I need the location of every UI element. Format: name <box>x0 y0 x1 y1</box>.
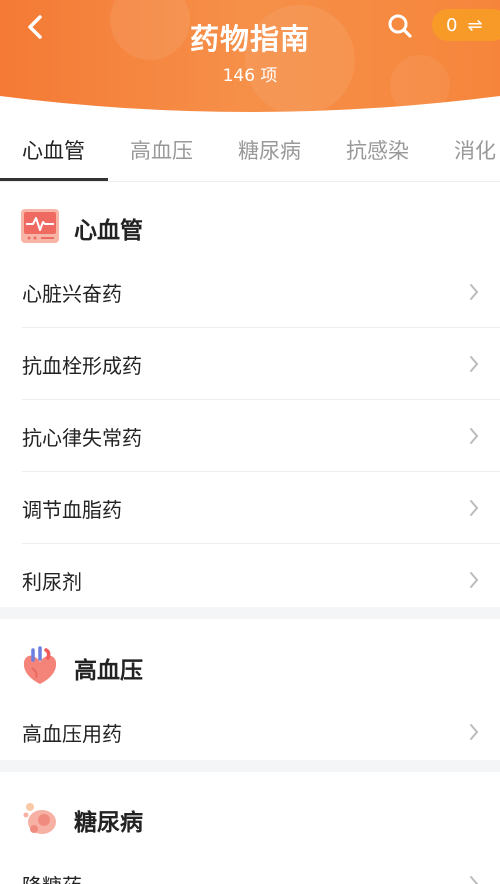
list-item[interactable]: 高血压用药 <box>0 696 500 768</box>
tab-anti-infection[interactable]: 抗感染 <box>346 134 409 180</box>
section-header: 心血管 <box>0 192 500 256</box>
list-item-label: 抗血栓形成药 <box>22 354 142 378</box>
tab-digestive[interactable]: 消化 <box>454 134 496 180</box>
section-hypertension: 高血压 高血压用药 <box>0 632 500 768</box>
list-item-label: 调节血脂药 <box>22 498 122 522</box>
swap-icon: ⇌ <box>467 14 483 36</box>
cells-icon <box>23 803 56 834</box>
list-item[interactable]: 抗心律失常药 <box>0 400 500 472</box>
section-title: 心血管 <box>74 218 143 244</box>
tab-diabetes[interactable]: 糖尿病 <box>238 134 301 180</box>
active-tab-indicator <box>0 178 108 181</box>
list-item-label: 降糖药 <box>22 870 82 884</box>
section-diabetes: 糖尿病 降糖药 <box>0 784 500 884</box>
section-gap <box>0 607 500 619</box>
list-item[interactable]: 心脏兴奋药 <box>0 256 500 328</box>
section-header: 糖尿病 <box>0 784 500 848</box>
list-item[interactable]: 降糖药 <box>0 848 500 884</box>
app-header: 药物指南 146 项 0 ⇌ <box>0 0 500 122</box>
list-item[interactable]: 利尿剂 <box>0 544 500 616</box>
list-item-label: 抗心律失常药 <box>22 426 142 450</box>
chevron-right-icon <box>470 572 479 588</box>
chevron-right-icon <box>470 500 479 516</box>
tab-hypertension[interactable]: 高血压 <box>130 134 193 180</box>
heart-organ-icon <box>23 646 57 684</box>
search-button[interactable] <box>384 10 416 42</box>
list-item[interactable]: 调节血脂药 <box>0 472 500 544</box>
search-icon <box>388 14 412 38</box>
compare-button[interactable]: 0 ⇌ <box>432 9 500 41</box>
tab-cardiovascular[interactable]: 心血管 <box>22 134 85 180</box>
chevron-right-icon <box>470 356 479 372</box>
list-item[interactable]: 抗血栓形成药 <box>0 328 500 400</box>
section-gap <box>0 760 500 772</box>
section-header: 高血压 <box>0 632 500 696</box>
list-item-label: 利尿剂 <box>22 570 82 594</box>
list-item-label: 高血压用药 <box>22 722 122 746</box>
category-tabs: 心血管 高血压 糖尿病 抗感染 消化 <box>0 122 500 182</box>
section-cardiovascular: 心血管 心脏兴奋药 抗血栓形成药 抗心律失常药 调节血脂药 利尿剂 <box>0 192 500 616</box>
list-item-label: 心脏兴奋药 <box>22 282 122 306</box>
chevron-right-icon <box>470 724 479 740</box>
chevron-right-icon <box>470 428 479 444</box>
page-title: 药物指南 <box>189 22 310 56</box>
section-title: 糖尿病 <box>74 810 143 836</box>
heart-monitor-icon <box>21 209 59 243</box>
section-title: 高血压 <box>74 658 143 684</box>
item-count: 146 项 <box>222 66 278 86</box>
compare-count: 0 <box>446 14 458 36</box>
chevron-right-icon <box>470 876 479 884</box>
chevron-right-icon <box>470 284 479 300</box>
